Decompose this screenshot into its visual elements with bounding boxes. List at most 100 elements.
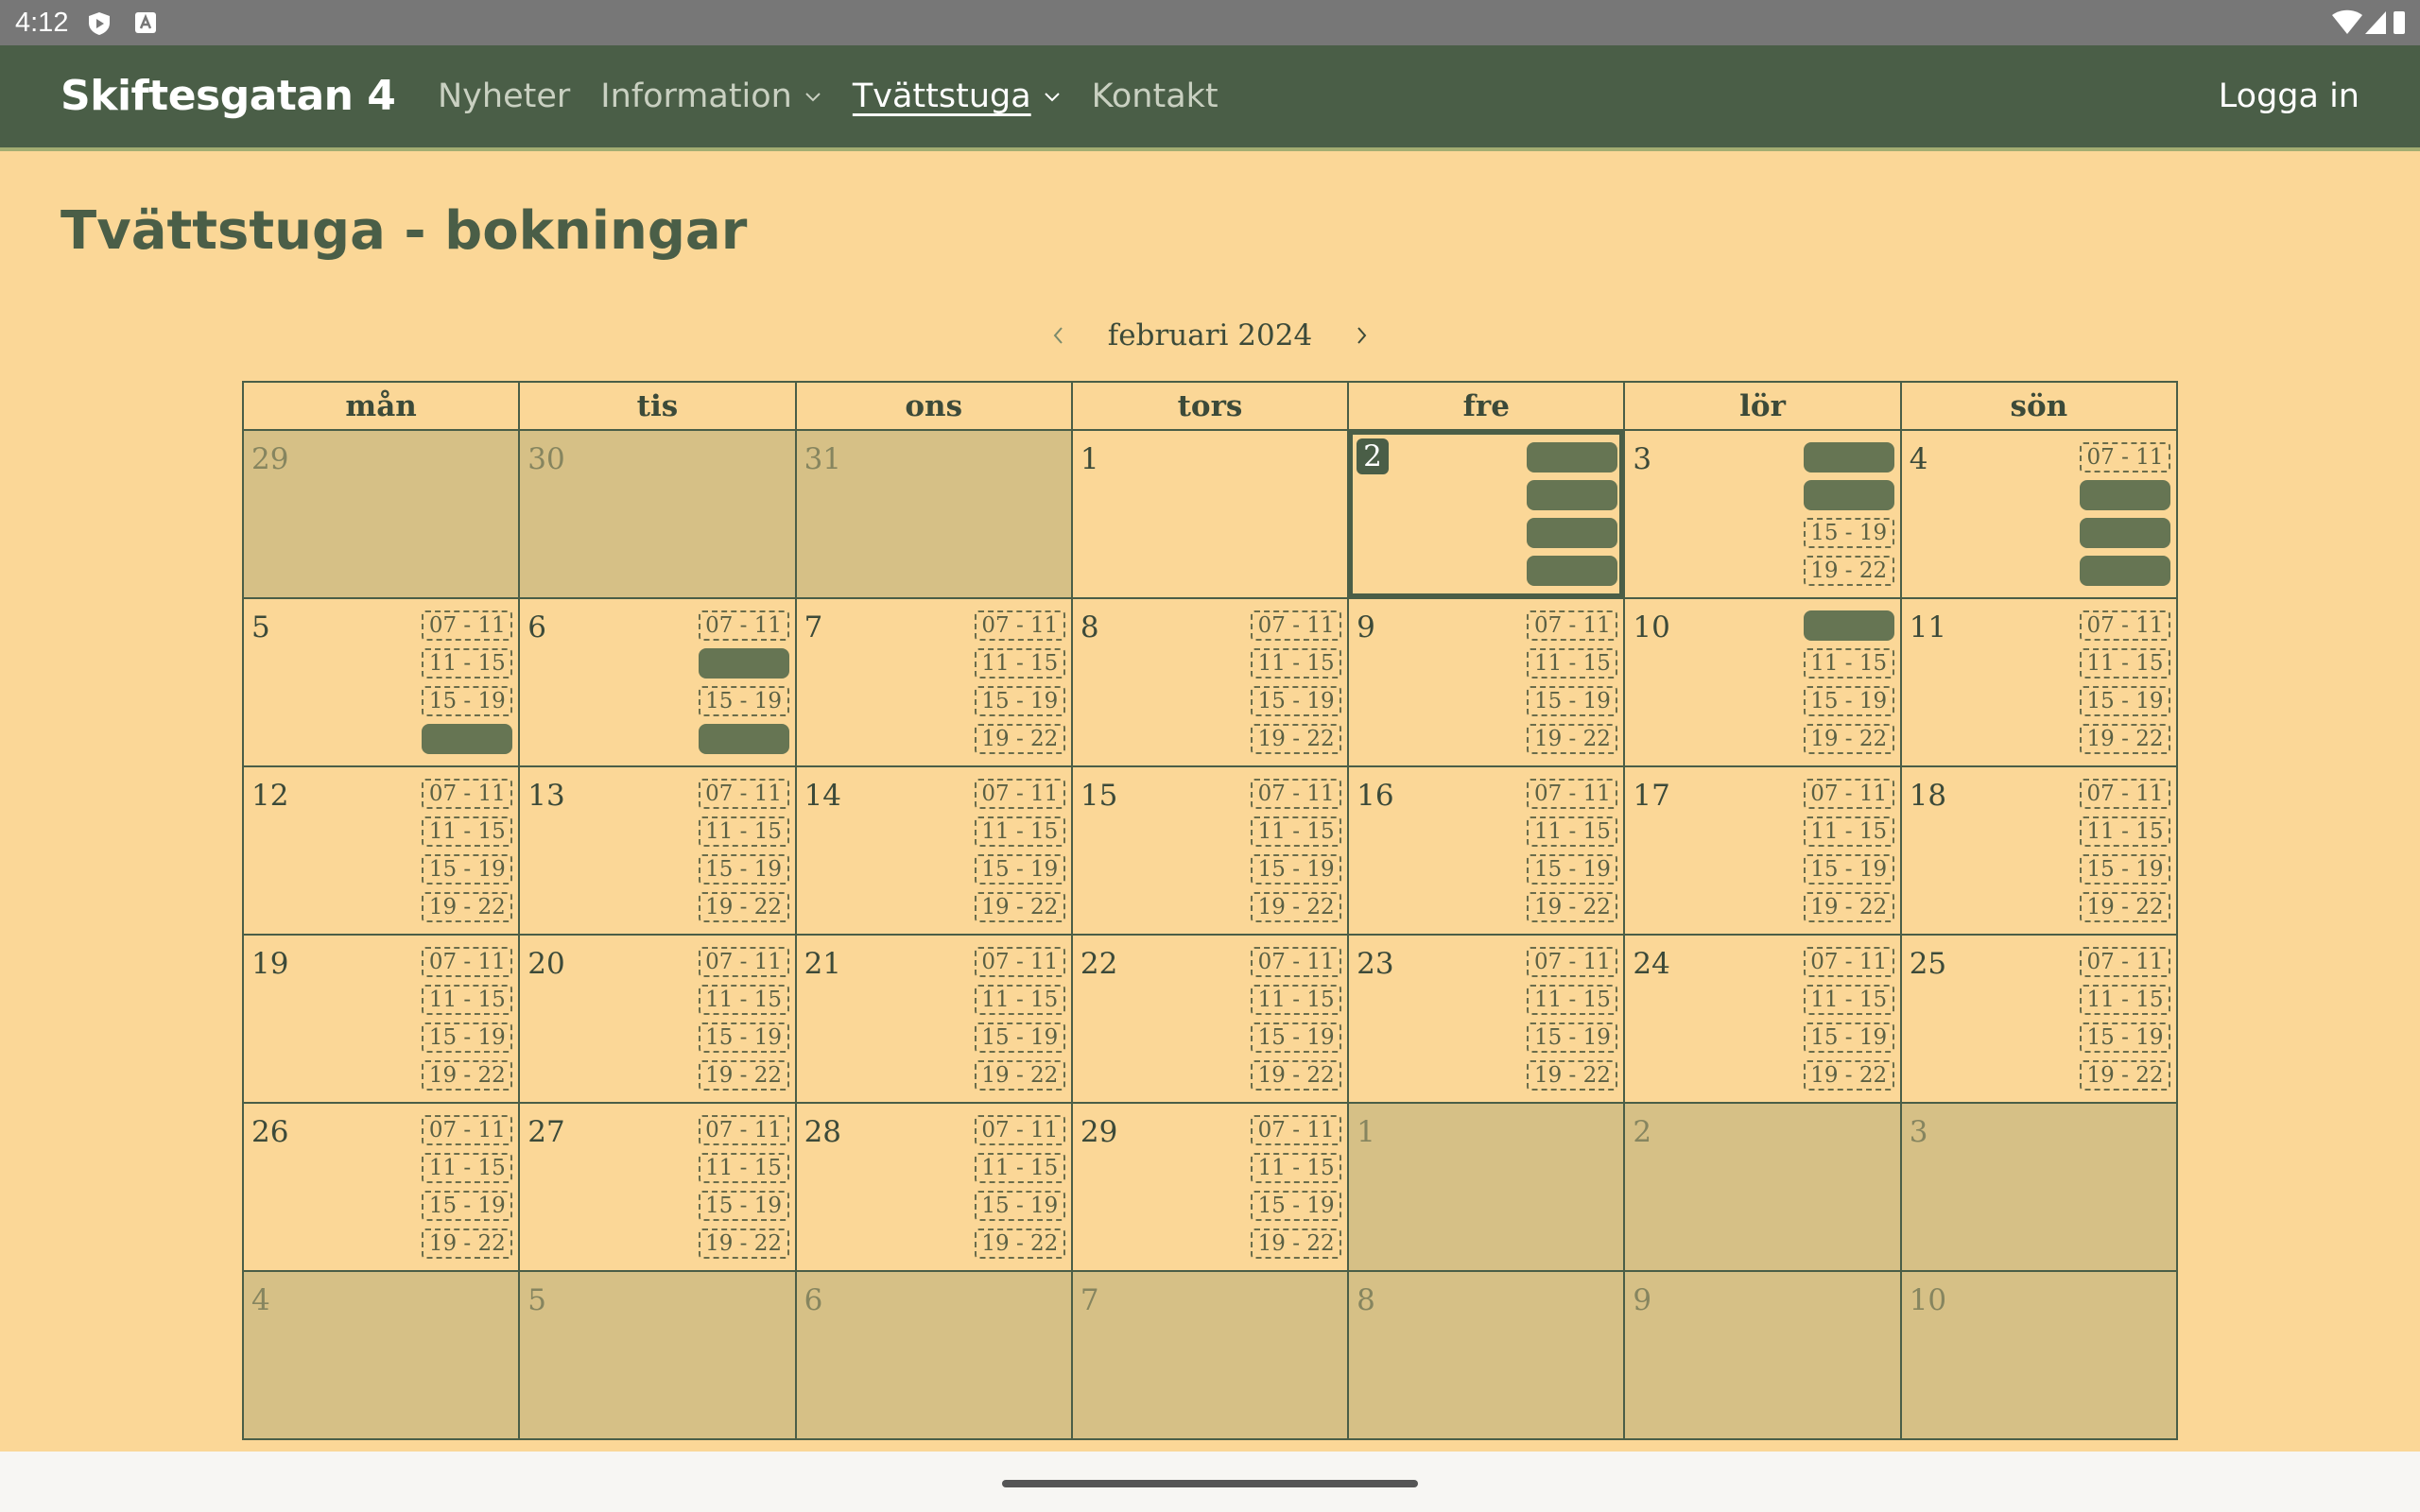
free-slot-button[interactable]: 11 - 15 bbox=[698, 816, 789, 847]
free-slot-button[interactable]: 15 - 19 bbox=[974, 854, 1065, 885]
calendar-day[interactable]: 6 07 - 11 15 - 19 bbox=[518, 597, 797, 767]
calendar-day[interactable]: 13 07 - 11 11 - 15 15 - 19 19 - 22 bbox=[518, 765, 797, 936]
free-slot-button[interactable]: 11 - 15 bbox=[422, 1153, 513, 1183]
free-slot-button[interactable]: 07 - 11 bbox=[974, 947, 1065, 977]
calendar-day[interactable]: 10 11 - 15 15 - 19 19 - 22 bbox=[1623, 597, 1902, 767]
free-slot-button[interactable]: 07 - 11 bbox=[974, 1115, 1065, 1145]
calendar-day[interactable]: 14 07 - 11 11 - 15 15 - 19 19 - 22 bbox=[794, 765, 1073, 936]
calendar-day-other-month[interactable]: 6 bbox=[794, 1270, 1073, 1440]
calendar-day-other-month[interactable]: 5 bbox=[518, 1270, 797, 1440]
free-slot-button[interactable]: 19 - 22 bbox=[698, 1228, 789, 1259]
free-slot-button[interactable]: 07 - 11 bbox=[698, 947, 789, 977]
calendar-day[interactable]: 9 07 - 11 11 - 15 15 - 19 19 - 22 bbox=[1347, 597, 1626, 767]
free-slot-button[interactable]: 19 - 22 bbox=[974, 892, 1065, 922]
nav-item-kontakt[interactable]: Kontakt bbox=[1092, 77, 1219, 115]
free-slot-button[interactable]: 07 - 11 bbox=[422, 1115, 513, 1145]
calendar-day[interactable]: 7 07 - 11 11 - 15 15 - 19 19 - 22 bbox=[794, 597, 1073, 767]
free-slot-button[interactable]: 07 - 11 bbox=[1251, 779, 1342, 809]
free-slot-button[interactable]: 19 - 22 bbox=[974, 1228, 1065, 1259]
free-slot-button[interactable]: 07 - 11 bbox=[422, 947, 513, 977]
free-slot-button[interactable]: 15 - 19 bbox=[1251, 686, 1342, 716]
calendar-day-other-month[interactable]: 3 bbox=[1899, 1102, 2179, 1272]
calendar-day-other-month[interactable]: 2 bbox=[1623, 1102, 1902, 1272]
calendar-day-today[interactable]: 2 bbox=[1347, 429, 1626, 599]
brand-logo[interactable]: Skiftesgatan 4 bbox=[60, 72, 396, 120]
calendar-day[interactable]: 8 07 - 11 11 - 15 15 - 19 19 - 22 bbox=[1070, 597, 1350, 767]
free-slot-button[interactable]: 19 - 22 bbox=[422, 892, 513, 922]
free-slot-button[interactable]: 19 - 22 bbox=[2080, 892, 2170, 922]
calendar-day-other-month[interactable]: 1 bbox=[1347, 1102, 1626, 1272]
free-slot-button[interactable]: 15 - 19 bbox=[698, 854, 789, 885]
free-slot-button[interactable]: 11 - 15 bbox=[1527, 648, 1618, 679]
free-slot-button[interactable]: 07 - 11 bbox=[2080, 947, 2170, 977]
free-slot-button[interactable]: 07 - 11 bbox=[2080, 779, 2170, 809]
free-slot-button[interactable]: 15 - 19 bbox=[1803, 854, 1894, 885]
calendar-day-other-month[interactable]: 31 bbox=[794, 429, 1073, 599]
free-slot-button[interactable]: 07 - 11 bbox=[2080, 610, 2170, 641]
free-slot-button[interactable]: 07 - 11 bbox=[974, 779, 1065, 809]
free-slot-button[interactable]: 07 - 11 bbox=[422, 610, 513, 641]
free-slot-button[interactable]: 15 - 19 bbox=[1527, 1022, 1618, 1053]
calendar-day[interactable]: 16 07 - 11 11 - 15 15 - 19 19 - 22 bbox=[1347, 765, 1626, 936]
free-slot-button[interactable]: 15 - 19 bbox=[1527, 854, 1618, 885]
free-slot-button[interactable]: 07 - 11 bbox=[1527, 947, 1618, 977]
calendar-day[interactable]: 29 07 - 11 11 - 15 15 - 19 19 - 22 bbox=[1070, 1102, 1350, 1272]
free-slot-button[interactable]: 19 - 22 bbox=[422, 1228, 513, 1259]
calendar-day[interactable]: 20 07 - 11 11 - 15 15 - 19 19 - 22 bbox=[518, 934, 797, 1104]
free-slot-button[interactable]: 19 - 22 bbox=[1251, 1228, 1342, 1259]
free-slot-button[interactable]: 07 - 11 bbox=[422, 779, 513, 809]
free-slot-button[interactable]: 11 - 15 bbox=[1527, 985, 1618, 1015]
free-slot-button[interactable]: 11 - 15 bbox=[974, 816, 1065, 847]
free-slot-button[interactable]: 07 - 11 bbox=[698, 1115, 789, 1145]
free-slot-button[interactable]: 19 - 22 bbox=[698, 892, 789, 922]
free-slot-button[interactable]: 15 - 19 bbox=[2080, 1022, 2170, 1053]
free-slot-button[interactable]: 19 - 22 bbox=[1803, 1060, 1894, 1091]
calendar-day[interactable]: 12 07 - 11 11 - 15 15 - 19 19 - 22 bbox=[241, 765, 521, 936]
free-slot-button[interactable]: 07 - 11 bbox=[1527, 779, 1618, 809]
calendar-day[interactable]: 19 07 - 11 11 - 15 15 - 19 19 - 22 bbox=[241, 934, 521, 1104]
nav-item-tvattstuga[interactable]: Tvättstuga bbox=[853, 77, 1062, 115]
calendar-day[interactable]: 1 bbox=[1070, 429, 1350, 599]
free-slot-button[interactable]: 19 - 22 bbox=[1527, 892, 1618, 922]
calendar-day[interactable]: 5 07 - 11 11 - 15 15 - 19 bbox=[241, 597, 521, 767]
free-slot-button[interactable]: 11 - 15 bbox=[422, 648, 513, 679]
free-slot-button[interactable]: 11 - 15 bbox=[1251, 816, 1342, 847]
free-slot-button[interactable]: 15 - 19 bbox=[1803, 686, 1894, 716]
free-slot-button[interactable]: 11 - 15 bbox=[974, 648, 1065, 679]
free-slot-button[interactable]: 15 - 19 bbox=[1527, 686, 1618, 716]
calendar-day-other-month[interactable]: 7 bbox=[1070, 1270, 1350, 1440]
free-slot-button[interactable]: 15 - 19 bbox=[1803, 518, 1894, 548]
nav-item-nyheter[interactable]: Nyheter bbox=[438, 77, 570, 115]
free-slot-button[interactable]: 07 - 11 bbox=[698, 779, 789, 809]
free-slot-button[interactable]: 19 - 22 bbox=[1803, 556, 1894, 586]
free-slot-button[interactable]: 15 - 19 bbox=[422, 854, 513, 885]
free-slot-button[interactable]: 15 - 19 bbox=[1251, 1022, 1342, 1053]
free-slot-button[interactable]: 15 - 19 bbox=[1251, 854, 1342, 885]
free-slot-button[interactable]: 19 - 22 bbox=[2080, 724, 2170, 754]
free-slot-button[interactable]: 15 - 19 bbox=[1251, 1191, 1342, 1221]
free-slot-button[interactable]: 15 - 19 bbox=[2080, 854, 2170, 885]
free-slot-button[interactable]: 11 - 15 bbox=[1803, 816, 1894, 847]
calendar-day[interactable]: 22 07 - 11 11 - 15 15 - 19 19 - 22 bbox=[1070, 934, 1350, 1104]
free-slot-button[interactable]: 15 - 19 bbox=[698, 1191, 789, 1221]
free-slot-button[interactable]: 11 - 15 bbox=[1251, 1153, 1342, 1183]
free-slot-button[interactable]: 19 - 22 bbox=[1251, 724, 1342, 754]
free-slot-button[interactable]: 07 - 11 bbox=[1527, 610, 1618, 641]
free-slot-button[interactable]: 19 - 22 bbox=[2080, 1060, 2170, 1091]
calendar-day[interactable]: 27 07 - 11 11 - 15 15 - 19 19 - 22 bbox=[518, 1102, 797, 1272]
free-slot-button[interactable]: 07 - 11 bbox=[1251, 947, 1342, 977]
free-slot-button[interactable]: 07 - 11 bbox=[974, 610, 1065, 641]
free-slot-button[interactable]: 15 - 19 bbox=[974, 1022, 1065, 1053]
calendar-day[interactable]: 15 07 - 11 11 - 15 15 - 19 19 - 22 bbox=[1070, 765, 1350, 936]
free-slot-button[interactable]: 11 - 15 bbox=[974, 985, 1065, 1015]
free-slot-button[interactable]: 07 - 11 bbox=[1251, 1115, 1342, 1145]
free-slot-button[interactable]: 15 - 19 bbox=[422, 1022, 513, 1053]
calendar-day-other-month[interactable]: 4 bbox=[241, 1270, 521, 1440]
free-slot-button[interactable]: 19 - 22 bbox=[1527, 1060, 1618, 1091]
calendar-day[interactable]: 3 15 - 19 19 - 22 bbox=[1623, 429, 1902, 599]
free-slot-button[interactable]: 07 - 11 bbox=[1251, 610, 1342, 641]
free-slot-button[interactable]: 11 - 15 bbox=[698, 1153, 789, 1183]
login-link[interactable]: Logga in bbox=[2219, 77, 2360, 115]
free-slot-button[interactable]: 07 - 11 bbox=[2080, 442, 2170, 472]
free-slot-button[interactable]: 11 - 15 bbox=[2080, 816, 2170, 847]
